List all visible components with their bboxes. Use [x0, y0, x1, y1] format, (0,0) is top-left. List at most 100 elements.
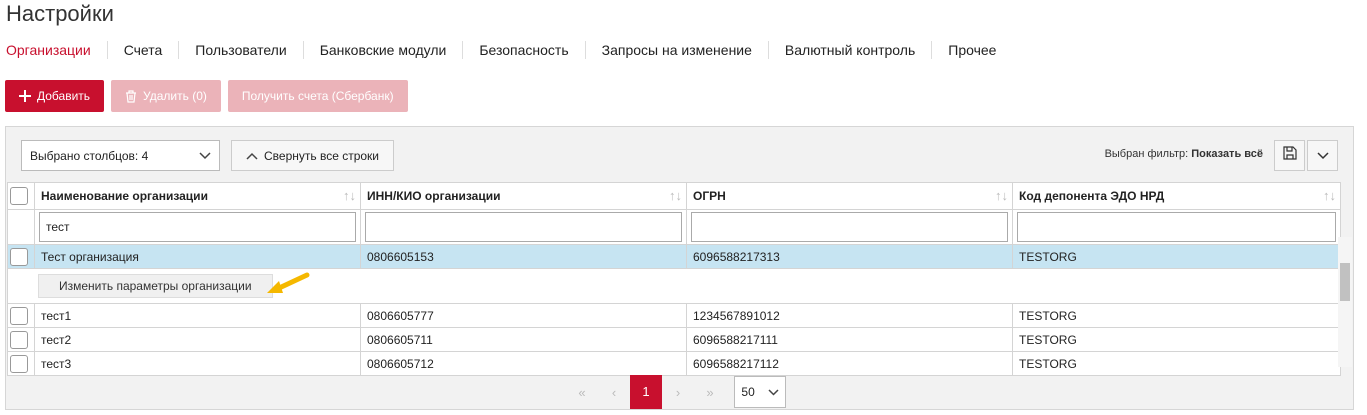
columns-select[interactable]: Выбрано столбцов: 4 [21, 140, 220, 171]
tab-change-requests[interactable]: Запросы на изменение [584, 41, 768, 59]
last-page-button[interactable]: » [694, 385, 726, 400]
tab-accounts[interactable]: Счета [106, 41, 179, 59]
row-checkbox-cell [7, 303, 35, 328]
trash-icon [125, 89, 137, 103]
column-header[interactable]: Наименование организации ↑↓ [34, 182, 361, 210]
delete-button-label: Удалить (0) [143, 89, 207, 103]
cell-ogrn: 6096588217111 [686, 327, 1013, 352]
tab-organizations[interactable]: Организации [6, 41, 107, 59]
cell-code: TESTORG [1012, 244, 1341, 269]
floppy-disk-icon [1282, 146, 1297, 165]
row-checkbox-cell [7, 244, 35, 269]
chevron-up-icon [246, 149, 258, 163]
cell-name: Тест организация [34, 244, 361, 269]
table-row[interactable]: тест1 0806605777 1234567891012 TESTORG [7, 303, 1341, 328]
filter-cell: тест [34, 209, 361, 245]
table-row[interactable]: тест3 0806605712 6096588217112 TESTORG [7, 351, 1341, 376]
chevron-down-icon [768, 385, 779, 399]
add-button[interactable]: Добавить [5, 80, 105, 112]
row-checkbox-cell [7, 351, 35, 376]
column-header[interactable]: Код депонента ЭДО НРД ↑↓ [1012, 182, 1341, 210]
delete-button[interactable]: Удалить (0) [111, 80, 221, 112]
table-row[interactable]: тест2 0806605711 6096588217111 TESTORG [7, 327, 1341, 352]
filter-input-inn[interactable] [365, 212, 682, 242]
organizations-grid: Выбрано столбцов: 4 Свернуть все строки … [5, 126, 1354, 410]
cell-ogrn: 6096588217112 [686, 351, 1013, 376]
table-row-selected[interactable]: Тест организация 0806605153 609658821731… [7, 244, 1341, 269]
row-checkbox[interactable] [10, 330, 28, 349]
scrollbar-thumb[interactable] [1340, 263, 1350, 301]
select-all-cell [7, 182, 35, 210]
vertical-scrollbar[interactable] [1338, 237, 1352, 367]
filter-cell [360, 209, 687, 245]
chevron-down-icon [199, 149, 211, 163]
page-1-button[interactable]: 1 [630, 375, 662, 409]
tab-security[interactable]: Безопасность [462, 41, 584, 59]
column-header[interactable]: ИНН/КИО организации ↑↓ [360, 182, 687, 210]
filter-cell [686, 209, 1013, 245]
arrow-pointer-icon [263, 271, 311, 300]
sort-icon[interactable]: ↑↓ [343, 188, 356, 203]
cell-inn: 0806605777 [360, 303, 687, 328]
pagination: « ‹ 1 › » 50 [566, 375, 786, 409]
page-size-select[interactable]: 50 [734, 376, 786, 408]
filter-row: тест [7, 209, 1341, 245]
header-row: Наименование организации ↑↓ ИНН/КИО орган… [7, 182, 1341, 210]
tab-currency-control[interactable]: Валютный контроль [767, 41, 931, 59]
header-label: Наименование организации [41, 189, 208, 203]
get-accounts-button[interactable]: Получить счета (Сбербанк) [227, 80, 408, 112]
cell-code: TESTORG [1012, 327, 1341, 352]
cell-name: тест3 [34, 351, 361, 376]
sort-icon[interactable]: ↑↓ [1323, 188, 1336, 203]
prev-page-button[interactable]: ‹ [598, 385, 630, 400]
row-checkbox[interactable] [10, 354, 28, 373]
cell-name: тест1 [34, 303, 361, 328]
header-label: ИНН/КИО организации [367, 189, 501, 203]
row-detail-cell: Изменить параметры организации [7, 268, 1341, 304]
column-header[interactable]: ОГРН ↑↓ [686, 182, 1013, 210]
tab-users[interactable]: Пользователи [178, 41, 302, 59]
add-button-label: Добавить [37, 89, 91, 103]
filter-indicator: Выбран фильтр: Показать всё [1105, 148, 1263, 160]
row-checkbox[interactable] [10, 247, 28, 266]
cell-inn: 0806605712 [360, 351, 687, 376]
filter-value: Показать всё [1191, 148, 1263, 160]
filter-input-ogrn[interactable] [691, 212, 1008, 242]
tab-other[interactable]: Прочее [931, 41, 1012, 59]
tabs-nav: Организации Счета Пользователи Банковски… [6, 41, 1012, 59]
filter-menu-button[interactable] [1307, 140, 1338, 171]
next-page-button[interactable]: › [662, 385, 694, 400]
action-toolbar: Добавить Удалить (0) Получить счета (Сбе… [5, 80, 408, 112]
header-label: Код депонента ЭДО НРД [1019, 189, 1165, 203]
header-label: ОГРН [693, 189, 726, 203]
cell-ogrn: 6096588217313 [686, 244, 1013, 269]
select-all-checkbox[interactable] [10, 187, 28, 205]
cell-inn: 0806605711 [360, 327, 687, 352]
cell-code: TESTORG [1012, 351, 1341, 376]
row-detail: Изменить параметры организации [7, 268, 1341, 304]
filter-input-code[interactable] [1017, 212, 1336, 242]
row-checkbox[interactable] [10, 306, 28, 325]
sort-icon[interactable]: ↑↓ [669, 188, 682, 203]
edit-organization-button[interactable]: Изменить параметры организации [38, 274, 273, 298]
data-table: Наименование организации ↑↓ ИНН/КИО орган… [7, 182, 1341, 376]
cell-ogrn: 1234567891012 [686, 303, 1013, 328]
tab-bank-modules[interactable]: Банковские модули [302, 41, 463, 59]
sort-icon[interactable]: ↑↓ [995, 188, 1008, 203]
row-checkbox-cell [7, 327, 35, 352]
collapse-all-label: Свернуть все строки [263, 148, 379, 163]
filter-input-name[interactable]: тест [39, 212, 356, 242]
filter-prefix: Выбран фильтр: [1104, 148, 1189, 160]
columns-select-value: Выбрано столбцов: 4 [30, 148, 149, 163]
page-title: Настройки [6, 1, 114, 26]
collapse-all-button[interactable]: Свернуть все строки [231, 140, 394, 171]
plus-icon [19, 90, 31, 102]
page-size-value: 50 [741, 385, 755, 399]
filter-spacer [7, 209, 35, 245]
cell-name: тест2 [34, 327, 361, 352]
first-page-button[interactable]: « [566, 385, 598, 400]
cell-code: TESTORG [1012, 303, 1341, 328]
save-filter-button[interactable] [1274, 140, 1305, 171]
chevron-down-icon [1316, 147, 1329, 165]
filter-cell [1012, 209, 1341, 245]
